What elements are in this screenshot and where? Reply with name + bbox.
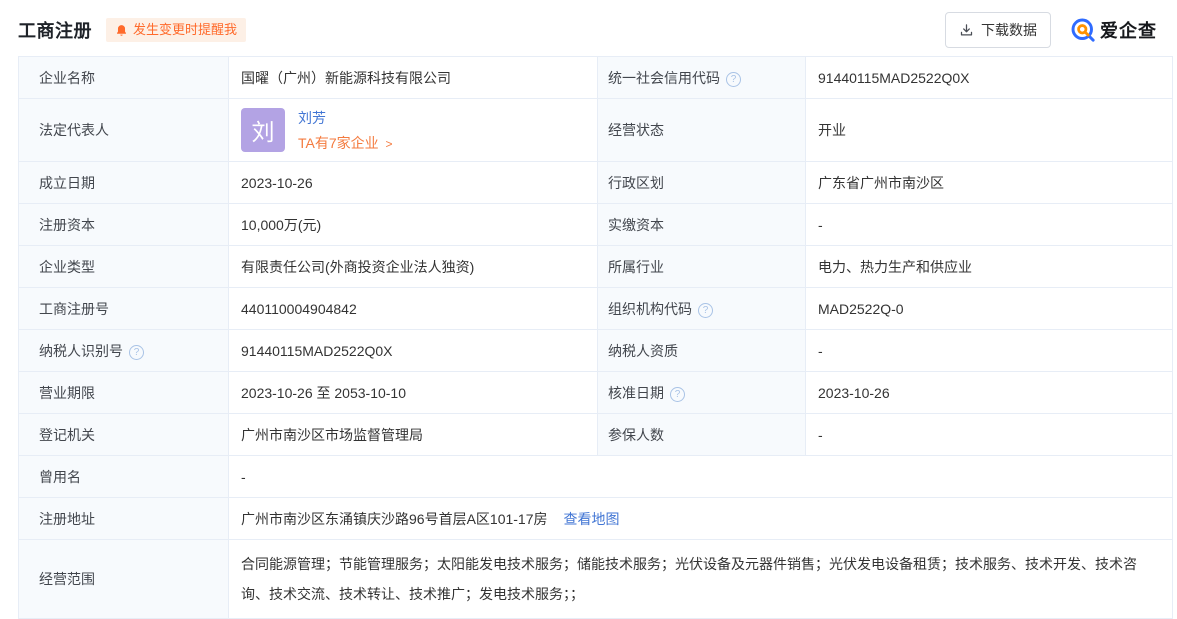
value-organization-code: MAD2522Q-0 bbox=[806, 288, 1173, 330]
alert-badge-label: 发生变更时提醒我 bbox=[133, 22, 237, 38]
label-taxpayer-id: 纳税人识别号? bbox=[19, 330, 229, 372]
view-map-link[interactable]: 查看地图 bbox=[564, 511, 620, 527]
label-company-type: 企业类型 bbox=[19, 246, 229, 288]
value-business-status: 开业 bbox=[806, 99, 1173, 162]
change-alert-badge[interactable]: 发生变更时提醒我 bbox=[106, 18, 246, 42]
page-header: 工商注册 发生变更时提醒我 下载数据 bbox=[0, 0, 1177, 56]
label-business-registration-no: 工商注册号 bbox=[19, 288, 229, 330]
help-icon[interactable]: ? bbox=[726, 72, 741, 87]
value-taxpayer-qualification: - bbox=[806, 330, 1173, 372]
help-icon[interactable]: ? bbox=[698, 303, 713, 318]
download-data-button[interactable]: 下载数据 bbox=[945, 12, 1051, 48]
aiqicha-logo-icon bbox=[1071, 18, 1095, 42]
table-row: 注册地址 广州市南沙区东涌镇庆沙路96号首层A区101-17房查看地图 bbox=[19, 498, 1173, 540]
label-credit-code-text: 统一社会信用代码 bbox=[608, 70, 720, 86]
label-approval-date-text: 核准日期 bbox=[608, 385, 664, 401]
value-registered-capital: 10,000万(元) bbox=[229, 204, 598, 246]
value-former-name: - bbox=[229, 456, 1173, 498]
label-legal-representative: 法定代表人 bbox=[19, 99, 229, 162]
label-business-status: 经营状态 bbox=[598, 99, 806, 162]
label-organization-code: 组织机构代码? bbox=[598, 288, 806, 330]
value-business-scope: 合同能源管理；节能管理服务；太阳能发电技术服务；储能技术服务；光伏设备及元器件销… bbox=[229, 540, 1173, 619]
label-business-term: 营业期限 bbox=[19, 372, 229, 414]
label-former-name: 曾用名 bbox=[19, 456, 229, 498]
value-registration-authority: 广州市南沙区市场监督管理局 bbox=[229, 414, 598, 456]
table-row: 企业名称 国曜（广州）新能源科技有限公司 统一社会信用代码? 91440115M… bbox=[19, 57, 1173, 99]
value-registered-address: 广州市南沙区东涌镇庆沙路96号首层A区101-17房查看地图 bbox=[229, 498, 1173, 540]
table-row: 工商注册号 440110004904842 组织机构代码? MAD2522Q-0 bbox=[19, 288, 1173, 330]
value-business-term: 2023-10-26 至 2053-10-10 bbox=[229, 372, 598, 414]
brand-name: 爱企查 bbox=[1100, 17, 1157, 43]
label-registered-capital: 注册资本 bbox=[19, 204, 229, 246]
registration-table: 企业名称 国曜（广州）新能源科技有限公司 统一社会信用代码? 91440115M… bbox=[18, 56, 1173, 619]
label-business-scope: 经营范围 bbox=[19, 540, 229, 619]
value-establishment-date: 2023-10-26 bbox=[229, 162, 598, 204]
help-icon[interactable]: ? bbox=[129, 345, 144, 360]
value-insured-count: - bbox=[806, 414, 1173, 456]
value-credit-code: 91440115MAD2522Q0X bbox=[806, 57, 1173, 99]
registered-address-text: 广州市南沙区东涌镇庆沙路96号首层A区101-17房 bbox=[241, 511, 548, 527]
table-row: 成立日期 2023-10-26 行政区划 广东省广州市南沙区 bbox=[19, 162, 1173, 204]
aiqicha-logo[interactable]: 爱企查 bbox=[1071, 17, 1157, 43]
label-establishment-date: 成立日期 bbox=[19, 162, 229, 204]
bell-icon bbox=[115, 24, 128, 37]
label-organization-code-text: 组织机构代码 bbox=[608, 301, 692, 317]
label-approval-date: 核准日期? bbox=[598, 372, 806, 414]
legal-rep-name-link[interactable]: 刘芳 bbox=[298, 108, 393, 128]
label-taxpayer-id-text: 纳税人识别号 bbox=[39, 343, 123, 359]
table-row: 企业类型 有限责任公司(外商投资企业法人独资) 所属行业 电力、热力生产和供应业 bbox=[19, 246, 1173, 288]
page-title: 工商注册 bbox=[18, 17, 92, 43]
label-company-name: 企业名称 bbox=[19, 57, 229, 99]
value-administrative-division: 广东省广州市南沙区 bbox=[806, 162, 1173, 204]
value-approval-date: 2023-10-26 bbox=[806, 372, 1173, 414]
label-industry: 所属行业 bbox=[598, 246, 806, 288]
table-row: 法定代表人 刘 刘芳 TA有7家企业 > 经营状态 开业 bbox=[19, 99, 1173, 162]
label-paid-in-capital: 实缴资本 bbox=[598, 204, 806, 246]
help-icon[interactable]: ? bbox=[670, 387, 685, 402]
label-registered-address: 注册地址 bbox=[19, 498, 229, 540]
table-row: 纳税人识别号? 91440115MAD2522Q0X 纳税人资质 - bbox=[19, 330, 1173, 372]
label-administrative-division: 行政区划 bbox=[598, 162, 806, 204]
table-row: 营业期限 2023-10-26 至 2053-10-10 核准日期? 2023-… bbox=[19, 372, 1173, 414]
label-taxpayer-qualification: 纳税人资质 bbox=[598, 330, 806, 372]
value-company-name: 国曜（广州）新能源科技有限公司 bbox=[229, 57, 598, 99]
value-legal-representative: 刘 刘芳 TA有7家企业 > bbox=[229, 99, 598, 162]
legal-rep-companies-link[interactable]: TA有7家企业 > bbox=[298, 133, 393, 153]
download-button-label: 下载数据 bbox=[981, 20, 1037, 40]
table-row: 登记机关 广州市南沙区市场监督管理局 参保人数 - bbox=[19, 414, 1173, 456]
table-row: 注册资本 10,000万(元) 实缴资本 - bbox=[19, 204, 1173, 246]
download-icon bbox=[959, 23, 974, 38]
table-row: 曾用名 - bbox=[19, 456, 1173, 498]
companies-link-text: TA有7家企业 bbox=[298, 135, 379, 151]
value-paid-in-capital: - bbox=[806, 204, 1173, 246]
chevron-right-icon: > bbox=[386, 137, 393, 151]
label-credit-code: 统一社会信用代码? bbox=[598, 57, 806, 99]
value-company-type: 有限责任公司(外商投资企业法人独资) bbox=[229, 246, 598, 288]
value-business-registration-no: 440110004904842 bbox=[229, 288, 598, 330]
value-taxpayer-id: 91440115MAD2522Q0X bbox=[229, 330, 598, 372]
header-actions: 下载数据 爱企查 bbox=[945, 12, 1157, 48]
label-registration-authority: 登记机关 bbox=[19, 414, 229, 456]
label-insured-count: 参保人数 bbox=[598, 414, 806, 456]
value-industry: 电力、热力生产和供应业 bbox=[806, 246, 1173, 288]
table-row: 经营范围 合同能源管理；节能管理服务；太阳能发电技术服务；储能技术服务；光伏设备… bbox=[19, 540, 1173, 619]
legal-rep-avatar[interactable]: 刘 bbox=[241, 108, 285, 152]
